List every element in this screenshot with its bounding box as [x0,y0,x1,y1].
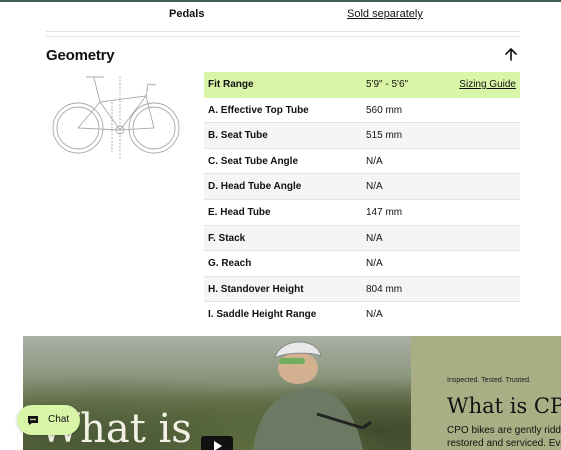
row-value: 804 mm [366,283,403,295]
table-row: B. Seat Tube 515 mm [204,123,520,149]
row-label: I. Saddle Height Range [208,309,317,321]
rider-illustration [253,341,372,450]
table-row: E. Head Tube 147 mm [204,200,520,226]
arrow-up-icon[interactable] [504,47,518,61]
row-value: 147 mm [366,206,403,218]
table-row: A. Effective Top Tube 560 mm [204,98,520,124]
hero-video-thumbnail[interactable]: What is [23,336,411,450]
chat-button[interactable]: Chat [17,405,80,435]
row-value: 5'9" - 5'6" [366,79,409,90]
geometry-table: Fit Range 5'9" - 5'6" Sizing Guide A. Ef… [204,72,520,328]
row-value: N/A [366,309,383,321]
hero-body-line: CPO bikes are gently ridden, [447,425,561,436]
spec-row-pedals: Pedals Sold separately [46,2,520,32]
hero-body: CPO bikes are gently ridden, restored an… [447,424,561,450]
hero-heading: What is CPO? [447,394,561,418]
row-label: F. Stack [208,232,246,244]
row-label: H. Standover Height [208,283,304,295]
section-title: Geometry [46,47,115,64]
spec-label: Pedals [169,8,205,20]
row-label: Fit Range [208,79,254,90]
row-value: N/A [366,258,383,270]
table-row: I. Saddle Height Range N/A [204,302,520,328]
bike-geometry-diagram [52,76,180,158]
table-row: C. Seat Tube Angle N/A [204,149,520,175]
row-label: A. Effective Top Tube [208,104,309,116]
table-row: F. Stack N/A [204,225,520,252]
row-value: 515 mm [366,130,403,142]
spec-value-link[interactable]: Sold separately [347,8,423,20]
row-value: N/A [366,232,383,244]
row-value: 560 mm [366,104,403,116]
row-label: E. Head Tube [208,206,271,218]
table-row-fit-range: Fit Range 5'9" - 5'6" Sizing Guide [204,72,520,98]
table-row: G. Reach N/A [204,251,520,277]
geometry-section-header[interactable]: Geometry [46,36,520,72]
row-label: C. Seat Tube Angle [208,155,299,167]
cpo-hero-banner: What is Inspected. Tested. Trusted. What… [23,336,561,450]
row-value: N/A [366,155,383,167]
row-label: B. Seat Tube [208,130,268,142]
row-label: G. Reach [208,258,252,270]
row-value: N/A [366,181,383,193]
table-row: H. Standover Height 804 mm [204,276,520,303]
chat-label: Chat [48,414,70,425]
sizing-guide-link[interactable]: Sizing Guide [459,79,516,90]
hero-body-line: restored and serviced. Every [447,438,561,449]
hero-text-panel: Inspected. Tested. Trusted. What is CPO?… [411,336,561,450]
table-row: D. Head Tube Angle N/A [204,174,520,200]
play-icon[interactable] [201,436,233,450]
chat-bubble-icon [28,416,38,425]
row-label: D. Head Tube Angle [208,181,302,193]
hero-eyebrow: Inspected. Tested. Trusted. [447,377,531,384]
